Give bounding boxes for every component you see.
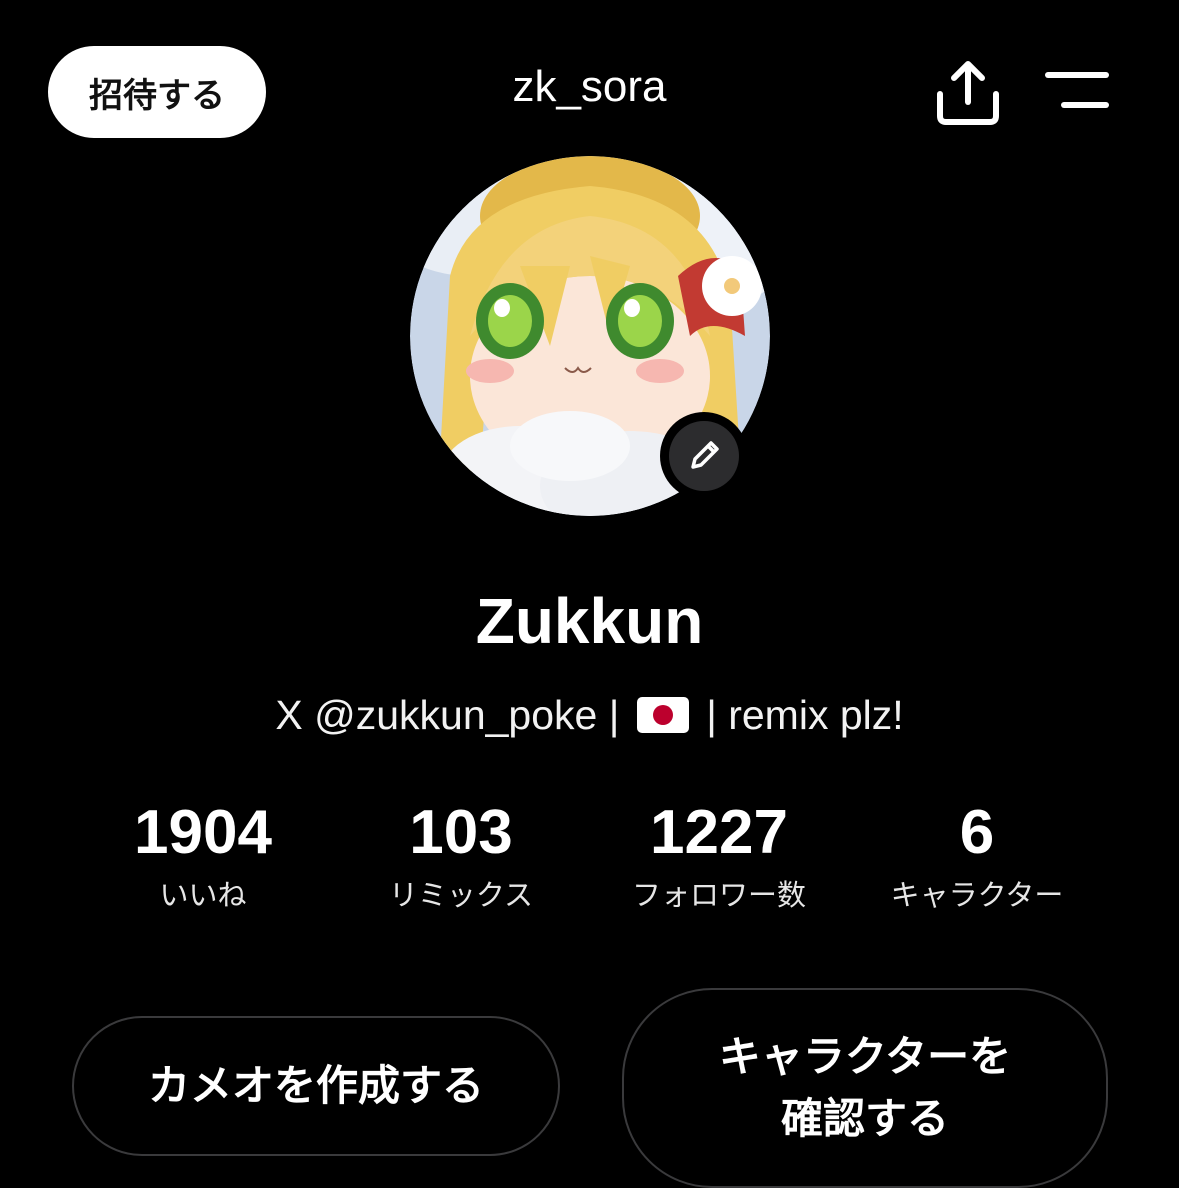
share-icon[interactable] [932,60,1004,126]
check-characters-label-line1: キャラクターを [718,1032,1012,1081]
stat-value: 1227 [650,798,788,867]
japan-flag-icon [636,697,689,733]
create-cameo-button[interactable]: カメオを作成する [72,1016,560,1156]
stat-likes[interactable]: 1904 いいね [74,798,332,914]
stat-followers[interactable]: 1227 フォロワー数 [590,798,848,914]
stat-label: フォロワー数 [631,878,806,912]
display-name: Zukkun [475,585,704,657]
stat-characters[interactable]: 6 キャラクター [848,798,1106,914]
bio-prefix: X @zukkun_poke | [275,692,620,738]
bio-suffix: | remix plz! [706,692,904,738]
pencil-icon [691,441,719,469]
bio: X @zukkun_poke | | remix plz! [0,692,1179,739]
stat-label: リミックス [388,878,534,912]
check-characters-button[interactable]: キャラクターを 確認する [622,988,1108,1188]
stat-value: 6 [959,798,995,867]
menu-icon[interactable] [1044,70,1110,110]
check-characters-label-line2: 確認する [780,1094,949,1143]
stat-remixes[interactable]: 103 リミックス [332,798,590,914]
stat-label: キャラクター [890,878,1064,912]
edit-avatar-button[interactable] [660,412,748,500]
stat-label: いいね [159,878,247,912]
stat-value: 1904 [134,798,272,867]
stat-value: 103 [409,798,513,867]
